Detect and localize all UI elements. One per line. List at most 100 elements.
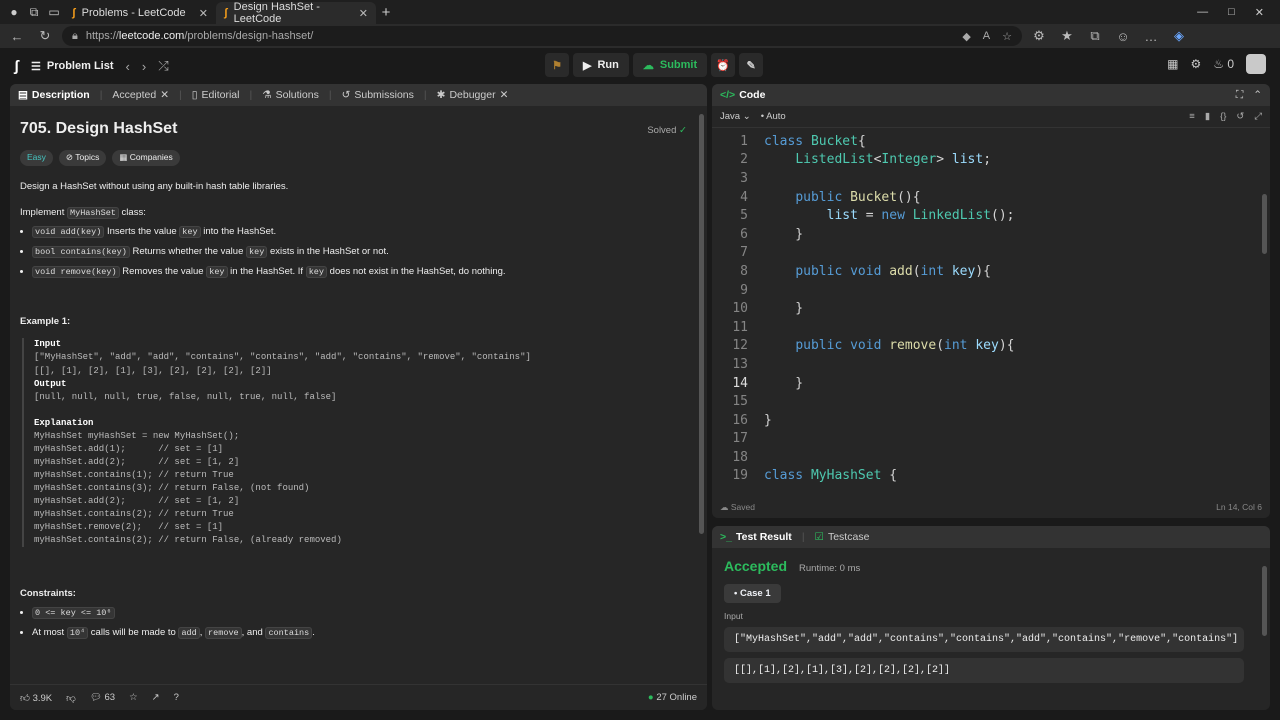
leetcode-logo-icon[interactable]: ʃ [14, 58, 19, 75]
code-line[interactable]: 18 [712, 448, 1270, 467]
favorites-icon[interactable]: ★ [1056, 28, 1078, 44]
window-close-icon[interactable]: ✕ [1255, 6, 1264, 19]
refresh-icon[interactable]: ↻ [34, 28, 56, 44]
expand-icon[interactable]: ⤢ [1254, 111, 1262, 122]
play-icon: ▶ [583, 59, 592, 72]
avatar[interactable] [1246, 54, 1266, 74]
auto-mode[interactable]: • Auto [761, 111, 786, 122]
dislike-icon[interactable]: 👎︎ [66, 692, 76, 704]
collapse-icon[interactable]: ⌃ [1253, 89, 1262, 101]
code-line[interactable]: 2 ListedList<Integer> list; [712, 151, 1270, 170]
extensions-icon[interactable]: ⚙ [1028, 28, 1050, 44]
star-icon[interactable]: ☆ [129, 692, 138, 703]
code-line[interactable]: 4 public Bucket(){ [712, 188, 1270, 207]
example-heading: Example 1: [20, 316, 71, 328]
more-icon[interactable]: … [1140, 29, 1162, 44]
problem-list-button[interactable]: ☰ Problem List [31, 60, 114, 73]
code-line[interactable]: 13 [712, 355, 1270, 374]
tab-editorial[interactable]: ▯ Editorial [192, 89, 240, 101]
code-line[interactable]: 3 [712, 169, 1270, 188]
tab-submissions[interactable]: ↺ Submissions [342, 89, 414, 101]
comments-button[interactable]: 💬︎ 63 [90, 692, 115, 703]
close-icon[interactable]: ✕ [500, 89, 509, 101]
tab-accepted[interactable]: Accepted ✕ [112, 89, 169, 101]
code-line[interactable]: 14 } [712, 374, 1270, 393]
scrollbar[interactable] [699, 114, 704, 534]
code-line[interactable]: 10 } [712, 299, 1270, 318]
code-line[interactable]: 7 [712, 244, 1270, 263]
tab-test-result[interactable]: >_ Test Result [720, 531, 792, 543]
language-select[interactable]: Java ⌄ [720, 111, 751, 122]
code-line[interactable]: 15 [712, 392, 1270, 411]
workspaces-icon[interactable]: ⧉ [24, 2, 44, 22]
browser-tab-problems[interactable]: ʃ Problems - LeetCode ✕ [64, 2, 216, 24]
fullscreen-icon[interactable]: ⛶ [1236, 89, 1243, 102]
format-icon[interactable]: ≡ [1189, 111, 1195, 122]
bookmark-icon[interactable]: ▮ [1205, 111, 1210, 122]
browser-tab-design-hashset[interactable]: ʃ Design HashSet - LeetCode ✕ [216, 1, 376, 25]
code-text: list = new LinkedList(); [826, 208, 1015, 224]
like-button[interactable]: 👍︎ 3.9K [20, 692, 52, 704]
status-badge: Accepted [724, 558, 788, 574]
reset-icon[interactable]: ↺ [1236, 111, 1244, 122]
close-icon[interactable]: ✕ [160, 89, 169, 101]
close-tab-icon[interactable]: ✕ [199, 7, 208, 20]
url-field[interactable]: 🔒︎ https://leetcode.com/problems/design-… [62, 26, 1022, 46]
code-line[interactable]: 5 list = new LinkedList(); [712, 206, 1270, 225]
profile-icon[interactable]: ● [4, 2, 24, 22]
code-line[interactable]: 17 [712, 430, 1270, 449]
code-line[interactable]: 11 [712, 318, 1270, 337]
code-line[interactable]: 19 class MyHashSet { [712, 467, 1270, 486]
favorite-star-icon[interactable]: ☆ [1002, 30, 1012, 43]
run-button[interactable]: ▶ Run [573, 53, 629, 77]
debug-button[interactable]: ⚑ [545, 53, 569, 77]
minimize-icon[interactable]: — [1197, 6, 1208, 19]
tab-debugger[interactable]: ✱ Debugger ✕ [437, 89, 509, 101]
scrollbar[interactable] [1262, 194, 1267, 254]
code-line[interactable]: 9 [712, 281, 1270, 300]
braces-icon[interactable]: {} [1220, 111, 1226, 122]
line-number: 14 [732, 375, 748, 391]
next-problem-icon[interactable]: › [142, 59, 146, 74]
problem-title[interactable]: 705. Design HashSet [20, 118, 697, 140]
collections-icon[interactable]: ⧉ [1084, 28, 1106, 44]
timer-icon[interactable]: ⏰ [711, 53, 736, 77]
read-aloud-icon[interactable]: A [983, 30, 990, 43]
close-tab-icon[interactable]: ✕ [359, 7, 368, 20]
maximize-icon[interactable]: □ [1228, 6, 1235, 19]
tab-code[interactable]: </> Code [720, 89, 765, 101]
history-icon: ↺ [341, 89, 351, 101]
back-icon[interactable]: ← [6, 29, 28, 44]
code-line[interactable]: 8 public void add(int key){ [712, 262, 1270, 281]
address-bar-row: ← ↻ 🔒︎ https://leetcode.com/problems/des… [0, 24, 1280, 48]
prev-problem-icon[interactable]: ‹ [126, 59, 130, 74]
profile-icon[interactable]: ☺ [1112, 29, 1134, 44]
companies-chip[interactable]: ▦ Companies [112, 150, 180, 167]
share-icon[interactable]: ↗ [152, 692, 160, 703]
tab-actions-icon[interactable]: ▭ [44, 2, 64, 22]
topics-chip[interactable]: ⊘ Topics [58, 150, 107, 167]
code-line[interactable]: 1 class Bucket{ [712, 132, 1270, 151]
bug-icon: ✱ [436, 89, 446, 101]
case-1-tab[interactable]: • Case 1 [724, 584, 781, 603]
cloud-upload-icon: ☁ [642, 59, 654, 72]
submit-button[interactable]: ☁ Submit [632, 53, 708, 77]
tab-description[interactable]: ▤ Description [18, 89, 90, 101]
code-line[interactable]: 6 } [712, 225, 1270, 244]
scrollbar[interactable] [1262, 566, 1267, 636]
list-item: At most 10⁴ calls will be made to add, r… [32, 626, 697, 640]
tab-solutions[interactable]: ⚗ Solutions [262, 89, 319, 101]
shuffle-icon[interactable]: ⤮ [158, 58, 168, 74]
copilot-icon[interactable]: ◈ [1168, 28, 1190, 44]
notes-icon[interactable]: ✎ [739, 53, 764, 77]
code-editor[interactable]: 1 class Bucket{2 ListedList<Integer> list… [712, 132, 1270, 496]
layout-icon[interactable]: ▦ [1167, 57, 1178, 71]
help-icon[interactable]: ? [174, 692, 179, 703]
code-line[interactable]: 16} [712, 411, 1270, 430]
code-line[interactable]: 12 public void remove(int key){ [712, 337, 1270, 356]
tag-icon[interactable]: ◆ [962, 30, 970, 43]
streak-counter[interactable]: ♨ 0 [1213, 57, 1234, 71]
new-tab-icon[interactable]: + [376, 2, 396, 22]
settings-icon[interactable]: ⚙ [1190, 57, 1201, 71]
tab-testcase[interactable]: ☑ Testcase [815, 531, 870, 543]
